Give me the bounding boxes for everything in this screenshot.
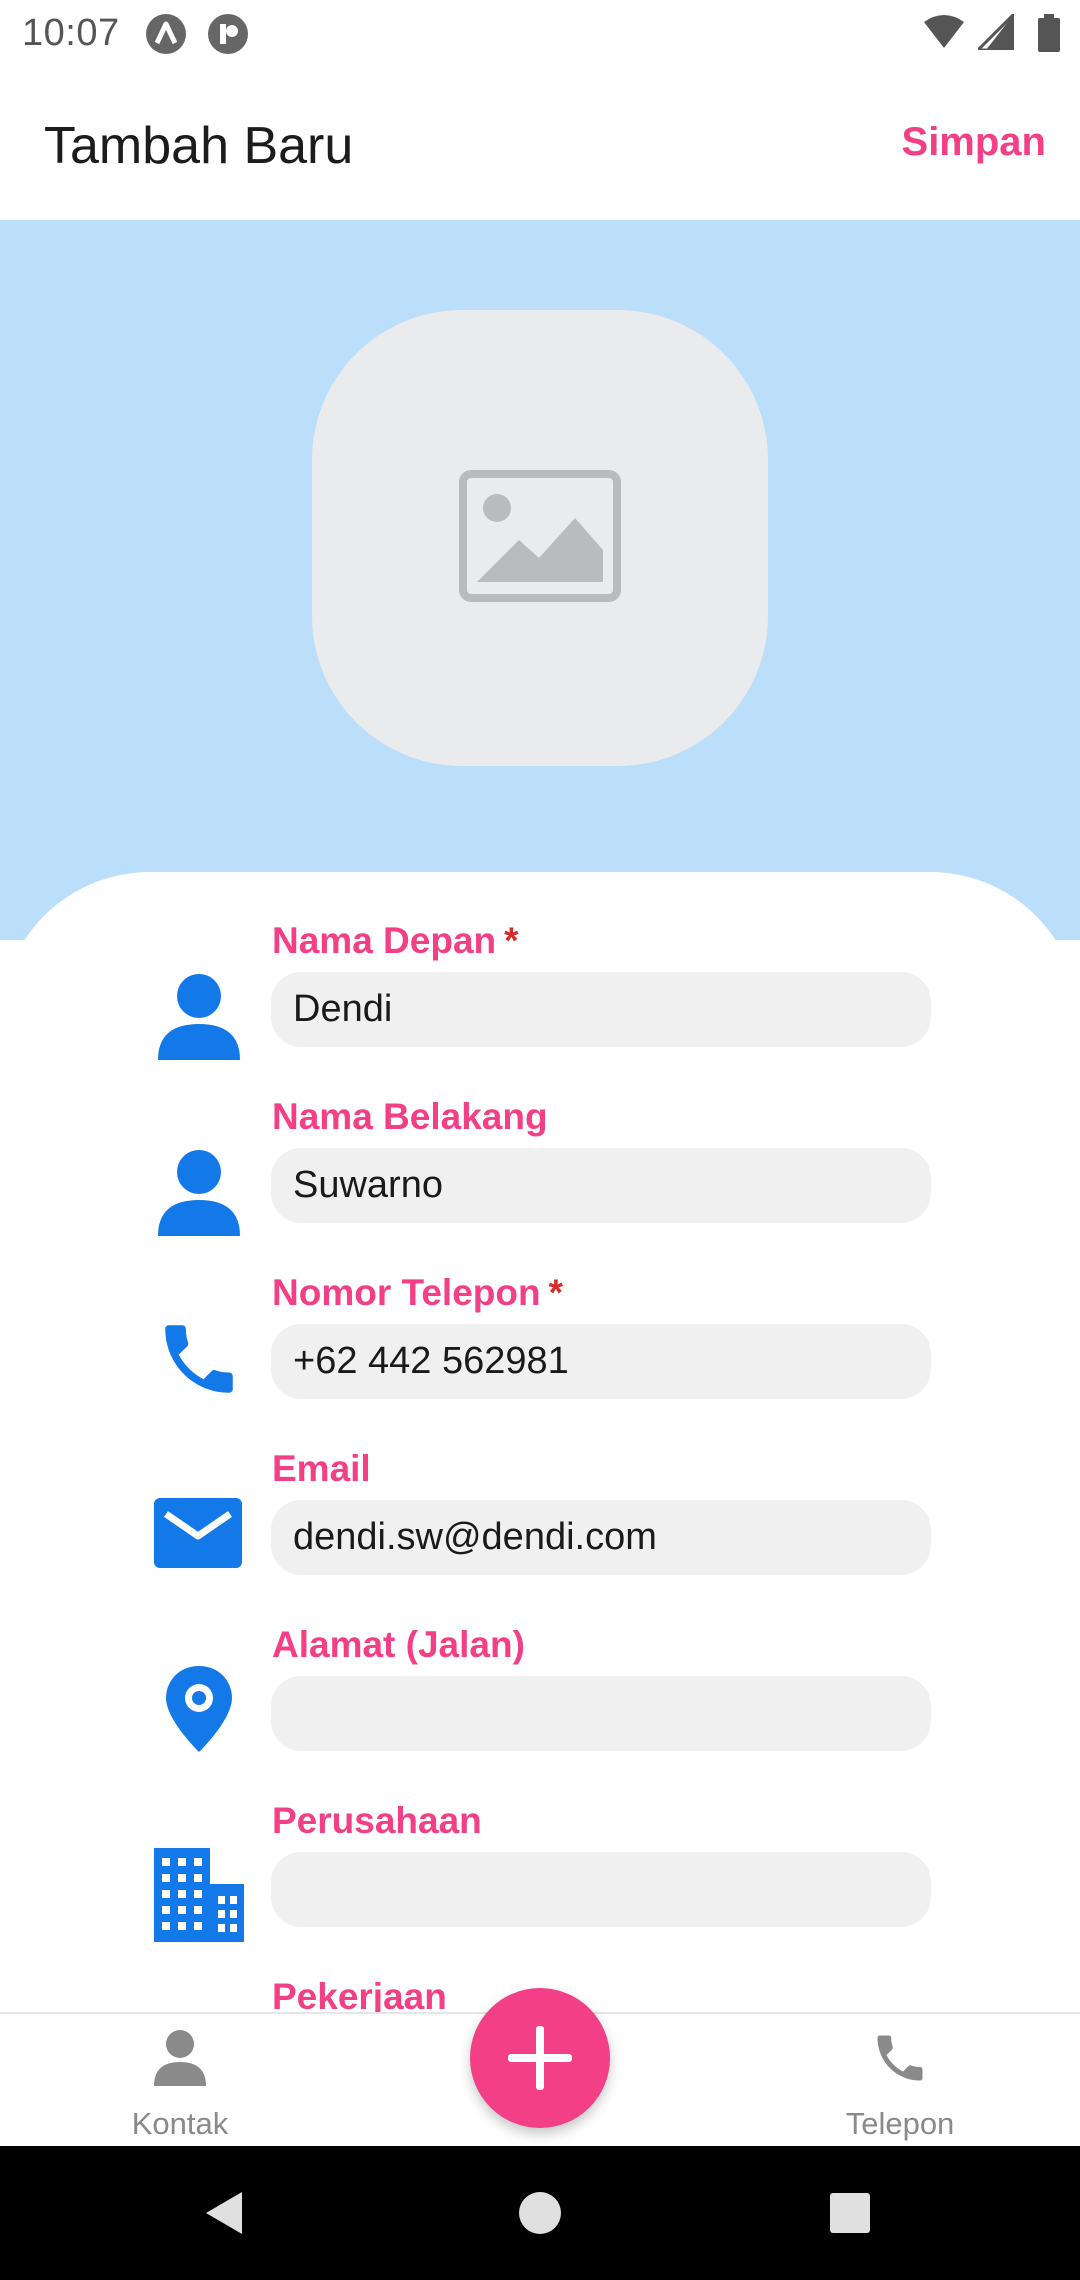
field-address: Alamat (Jalan) — [0, 1624, 1080, 1800]
address-input[interactable] — [271, 1676, 931, 1751]
field-label: Perusahaan — [272, 1800, 482, 1841]
system-nav-bar — [0, 2146, 1080, 2280]
nav-item-kontak[interactable]: Kontak — [70, 2014, 290, 2148]
required-mark: * — [548, 1272, 563, 1313]
nav-label: Telepon — [845, 2106, 955, 2141]
nav-label: Kontak — [131, 2106, 229, 2141]
field-first-name: Nama Depan * Dendi — [0, 920, 1080, 1096]
person-icon — [154, 972, 244, 1062]
app-bar: Tambah Baru Simpan — [0, 66, 1080, 220]
field-phone: Nomor Telepon * +62 442 562981 — [0, 1272, 1080, 1448]
battery-icon — [1038, 14, 1060, 52]
field-company: Perusahaan — [0, 1800, 1080, 1976]
photo-picker[interactable] — [312, 310, 768, 766]
status-bar: 10:07 — [0, 0, 1080, 66]
contact-form: Nama Depan * Dendi Nama Belakang Suwarno … — [0, 872, 1080, 2012]
field-label: Nomor Telepon * — [272, 1272, 563, 1313]
person-icon — [154, 2030, 206, 2086]
save-button[interactable]: Simpan — [902, 120, 1046, 165]
app-a-icon — [146, 14, 186, 54]
first-name-input[interactable]: Dendi — [271, 972, 931, 1047]
phone-icon — [877, 2035, 923, 2081]
email-input[interactable]: dendi.sw@dendi.com — [271, 1500, 931, 1575]
person-icon — [154, 1148, 244, 1238]
field-last-name: Nama Belakang Suwarno — [0, 1096, 1080, 1272]
back-icon[interactable] — [192, 2178, 262, 2248]
wifi-icon — [924, 15, 964, 48]
last-name-input[interactable]: Suwarno — [271, 1148, 931, 1223]
field-email: Email dendi.sw@dendi.com — [0, 1448, 1080, 1624]
cellular-signal-icon — [978, 14, 1014, 50]
company-input[interactable] — [271, 1852, 931, 1927]
page-title: Tambah Baru — [44, 117, 354, 175]
status-time: 10:07 — [22, 12, 120, 54]
field-label: Nama Depan * — [272, 920, 519, 961]
home-icon[interactable] — [505, 2178, 575, 2248]
app-p-icon — [208, 14, 248, 54]
add-contact-fab[interactable] — [470, 1988, 610, 2128]
field-label: Pekerjaan — [272, 1976, 447, 2012]
location-pin-icon — [154, 1664, 244, 1754]
plus-icon — [508, 2026, 572, 2090]
field-label: Nama Belakang — [272, 1096, 548, 1137]
image-placeholder-icon — [459, 470, 621, 602]
required-mark: * — [504, 920, 519, 961]
building-icon — [154, 1848, 244, 1942]
nav-item-telepon[interactable]: Telepon — [790, 2014, 1010, 2148]
phone-icon — [154, 1314, 244, 1404]
field-label: Email — [272, 1448, 371, 1489]
recents-icon[interactable] — [815, 2178, 885, 2248]
field-label: Alamat (Jalan) — [272, 1624, 525, 1665]
email-icon — [154, 1496, 244, 1586]
phone-input[interactable]: +62 442 562981 — [271, 1324, 931, 1399]
